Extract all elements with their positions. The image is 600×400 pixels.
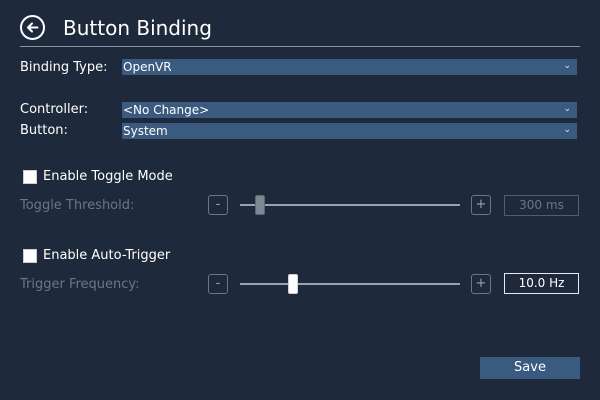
trigger-frequency-decrement-button[interactable]: - (208, 274, 228, 294)
controller-value: <No Change> (123, 103, 210, 117)
binding-type-label: Binding Type: (20, 60, 108, 75)
header-divider (20, 46, 580, 47)
trigger-frequency-value[interactable]: 10.0 Hz (504, 273, 579, 294)
enable-auto-trigger-checkbox[interactable] (23, 249, 37, 263)
save-button[interactable]: Save (480, 357, 580, 379)
controller-select[interactable]: <No Change> ⌄ (122, 102, 577, 118)
toggle-threshold-slider-track (240, 204, 460, 206)
enable-toggle-mode-checkbox[interactable] (23, 170, 37, 184)
back-button[interactable] (20, 15, 45, 40)
enable-auto-trigger-label: Enable Auto-Trigger (43, 248, 171, 263)
chevron-down-icon: ⌄ (563, 104, 571, 114)
chevron-down-icon: ⌄ (563, 125, 571, 135)
toggle-threshold-slider-thumb[interactable] (254, 195, 265, 215)
toggle-threshold-label: Toggle Threshold: (20, 198, 135, 213)
trigger-frequency-increment-button[interactable]: + (471, 274, 491, 294)
chevron-down-icon: ⌄ (563, 61, 571, 71)
binding-type-value: OpenVR (123, 60, 172, 74)
button-value: System (123, 124, 168, 138)
button-label: Button: (20, 123, 68, 138)
trigger-frequency-label: Trigger Frequency: (20, 277, 140, 292)
trigger-frequency-slider-thumb[interactable] (288, 274, 299, 294)
arrow-left-icon (26, 21, 39, 34)
button-select[interactable]: System ⌄ (122, 123, 577, 139)
toggle-threshold-increment-button[interactable]: + (471, 195, 491, 215)
controller-label: Controller: (20, 102, 89, 117)
page-title: Button Binding (63, 16, 212, 40)
toggle-threshold-decrement-button[interactable]: - (208, 195, 228, 215)
enable-toggle-mode-label: Enable Toggle Mode (43, 169, 173, 184)
toggle-threshold-value[interactable]: 300 ms (504, 195, 579, 216)
binding-type-select[interactable]: OpenVR ⌄ (122, 59, 577, 75)
trigger-frequency-slider-track (240, 283, 460, 285)
